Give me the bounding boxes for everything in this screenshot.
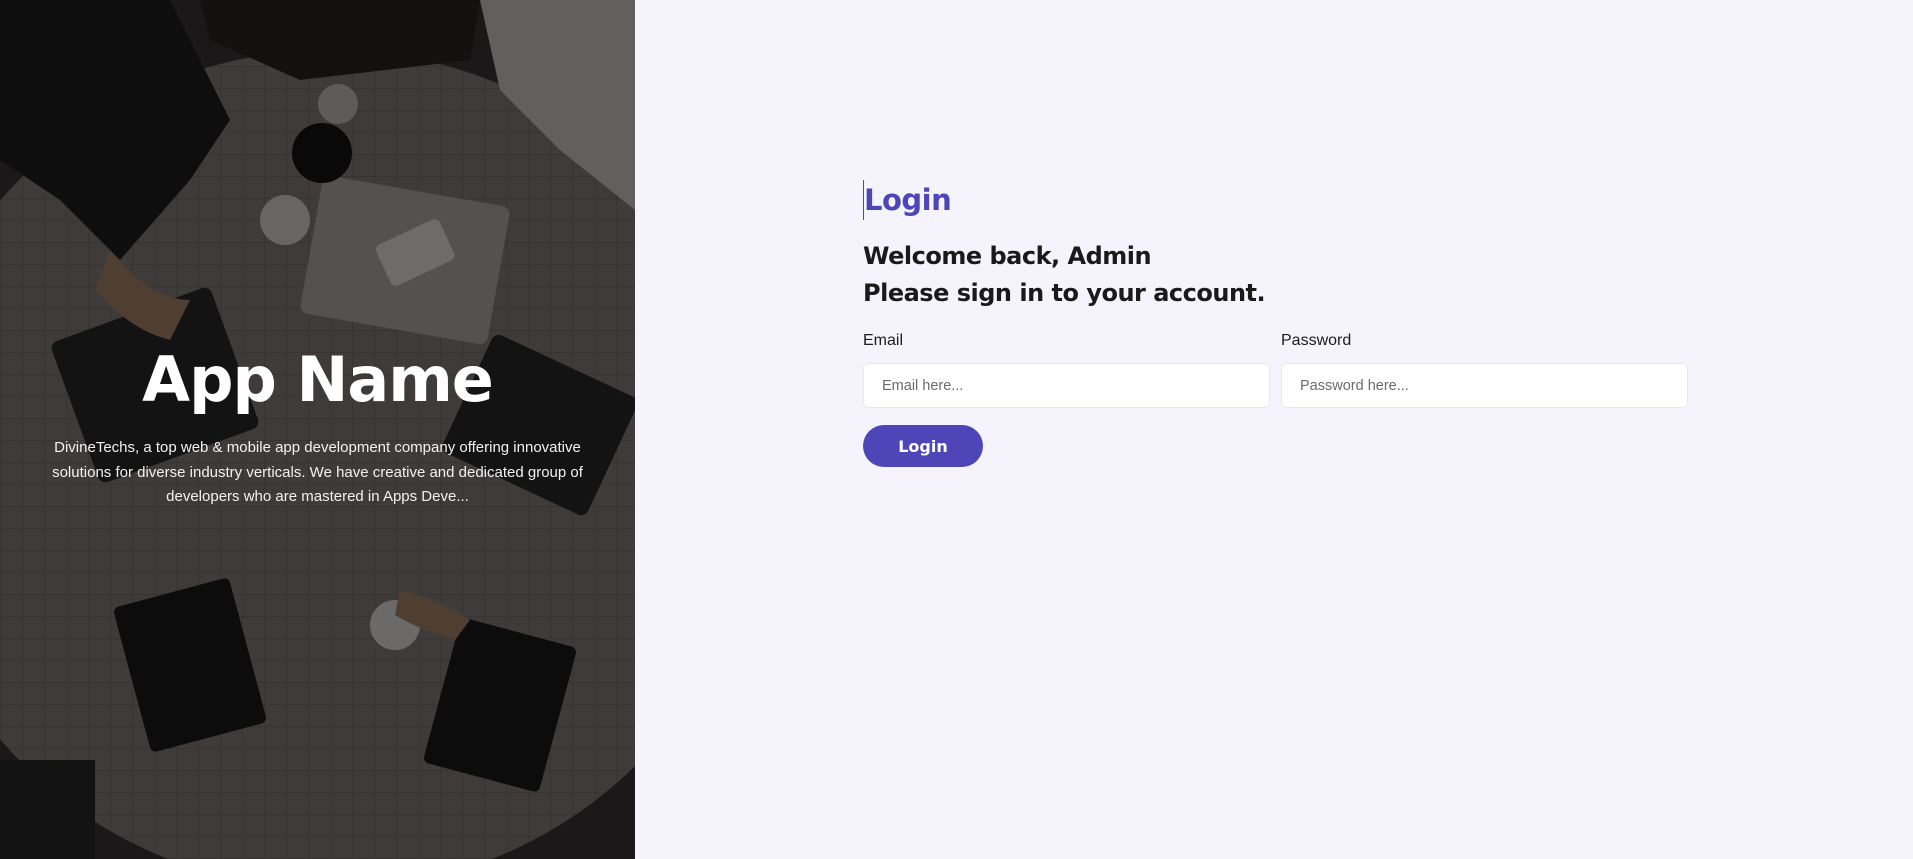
sign-in-prompt: Please sign in to your account.: [863, 279, 1266, 307]
hero-panel: App Name DivineTechs, a top web & mobile…: [0, 0, 635, 859]
app-name-title: App Name: [142, 343, 494, 416]
login-panel: Login Welcome back, Admin Please sign in…: [635, 0, 1913, 859]
welcome-message: Welcome back, Admin Please sign in to yo…: [863, 238, 1689, 312]
login-page: App Name DivineTechs, a top web & mobile…: [0, 0, 1913, 859]
login-heading: Login: [863, 180, 952, 220]
email-input[interactable]: [863, 363, 1270, 408]
login-form: Login Welcome back, Admin Please sign in…: [863, 180, 1689, 467]
credentials-row: Email Password: [863, 332, 1689, 408]
login-button[interactable]: Login: [863, 425, 983, 467]
email-field-group: Email: [863, 332, 1270, 408]
password-label: Password: [1281, 332, 1352, 349]
password-field-group: Password: [1281, 332, 1688, 408]
password-input[interactable]: [1281, 363, 1688, 408]
hero-content: App Name DivineTechs, a top web & mobile…: [0, 340, 635, 510]
email-label: Email: [863, 332, 904, 349]
app-description: DivineTechs, a top web & mobile app deve…: [52, 439, 583, 505]
welcome-line: Welcome back, Admin: [863, 242, 1152, 270]
